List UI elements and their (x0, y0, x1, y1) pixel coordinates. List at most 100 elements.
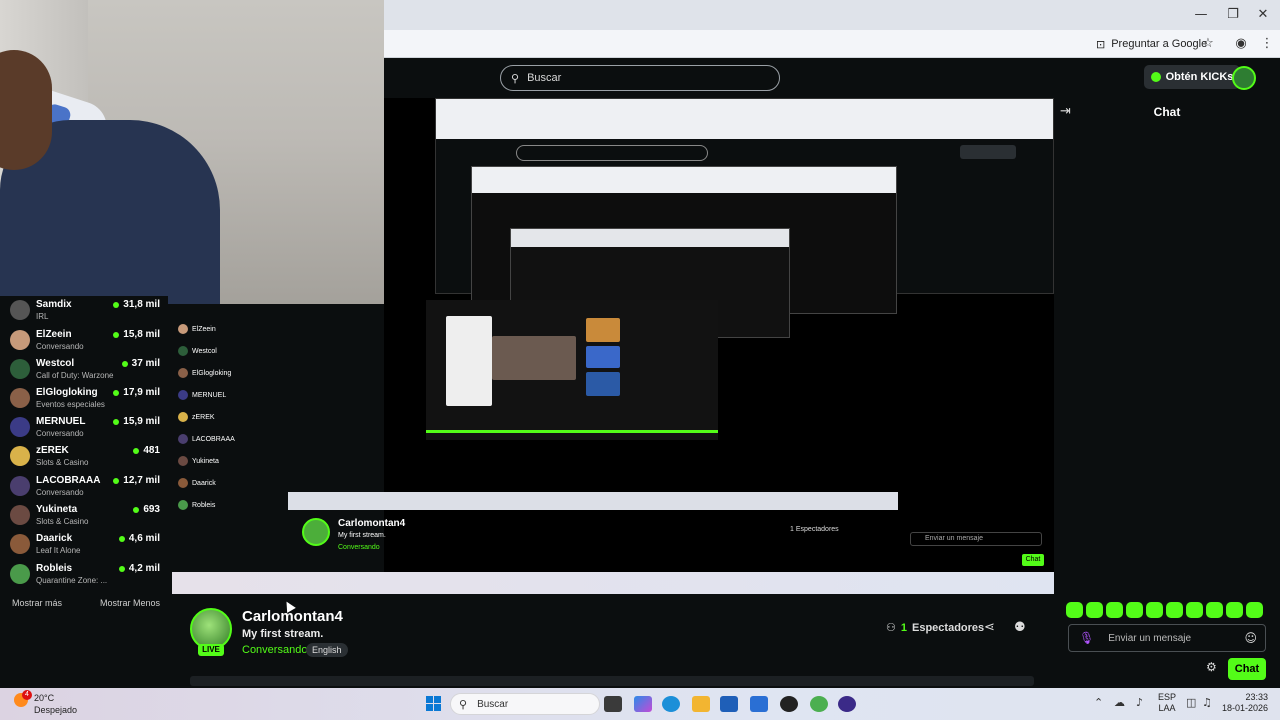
nested-search (516, 145, 708, 161)
emote-icon[interactable] (1066, 602, 1083, 618)
browser-titlebar: — ❐ ✕ (384, 0, 1280, 30)
viewer-count-value: 4,6 mil (128, 533, 160, 544)
language-tag[interactable]: English (306, 643, 348, 657)
sidebar-item-robleis[interactable]: Robleis Quarantine Zone: ... 4,2 mil (10, 560, 160, 588)
viewer-count-value: 31,8 mil (123, 299, 160, 310)
viewer-count: 17,9 mil (113, 387, 160, 398)
start-button[interactable] (426, 696, 442, 712)
stream-info: LIVE Carlomontan4 My first stream. Conve… (168, 594, 1066, 688)
edge-icon[interactable] (662, 696, 680, 712)
sidebar-item-zerek[interactable]: zEREK Slots & Casino 481 (10, 442, 160, 470)
obs-icon[interactable] (780, 696, 798, 712)
stream-category[interactable]: Conversando (242, 644, 307, 656)
nested-chat-button: Chat (1022, 554, 1044, 566)
nested-browser-bar (436, 99, 1053, 139)
taskbar-search[interactable]: ⚲ Buscar (450, 693, 600, 715)
ask-google-button[interactable]: ⊡ Preguntar a Google (1096, 34, 1207, 54)
emote-icon[interactable] (1106, 602, 1123, 618)
chevron-up-icon[interactable]: ⌃ (1094, 696, 1103, 709)
sidebar-item-daarick[interactable]: Daarick Leaf It Alone 4,6 mil (10, 530, 160, 558)
mini-name: Robleis (192, 501, 216, 509)
sidebar-item-samdix[interactable]: Samdix IRL 31,8 mil (10, 296, 160, 324)
copilot-icon[interactable] (634, 696, 652, 712)
bookmark-star-icon[interactable]: ☆ (1199, 35, 1217, 53)
mic-tray-icon[interactable]: ♪ (1136, 696, 1143, 709)
emoji-icon[interactable]: ☺ (1244, 631, 1257, 645)
viewer-count-value: 15,9 mil (123, 416, 160, 427)
avatar (10, 446, 30, 466)
avatar (10, 359, 30, 379)
follow-user-icon[interactable]: ⚉ (1014, 620, 1026, 635)
send-chat-button[interactable]: Chat (1228, 658, 1266, 680)
mini-name: zEREK (192, 413, 215, 421)
mini-thumb-3 (586, 372, 620, 396)
microphone-icon[interactable]: 🎙 (1079, 631, 1094, 645)
stream-title: My first stream. (242, 628, 324, 640)
browser-toolbar: ⊡ Preguntar a Google ☆ ◉ ⋮ (384, 30, 1280, 58)
nested-streamer-name: Carlomontan4 (338, 518, 406, 529)
nested-chat: Enviar un mensaje Chat (898, 510, 1054, 574)
sidebar-item-elglogloking[interactable]: ElGlogloking Eventos especiales 17,9 mil (10, 384, 160, 412)
lang-line2: LAA (1158, 703, 1176, 713)
user-avatar[interactable] (1232, 66, 1256, 90)
emote-icon[interactable] (1086, 602, 1103, 618)
show-more-button[interactable]: Mostrar más (12, 598, 62, 608)
emote-icon[interactable] (1186, 602, 1203, 618)
chat-message-input[interactable]: 🎙 Enviar un mensaje ☺ (1068, 624, 1266, 652)
streamer-name[interactable]: Carlomontan4 (242, 608, 343, 625)
channel-name: Yukineta (36, 504, 78, 515)
live-dot-icon (113, 477, 120, 484)
emote-icon[interactable] (1206, 602, 1223, 618)
more-menu-icon[interactable]: ⋮ (1258, 35, 1276, 53)
sidebar-item-westcol[interactable]: Westcol Call of Duty: Warzone 37 mil (10, 355, 160, 383)
chrome-icon[interactable] (810, 696, 828, 712)
outlook-icon[interactable] (750, 696, 768, 712)
app-icon[interactable] (838, 696, 856, 712)
channel-category: Conversando (36, 429, 84, 438)
emote-icon[interactable] (1166, 602, 1183, 618)
webcam-overlay (0, 0, 384, 304)
emote-bar (1066, 602, 1272, 620)
channel-category: Conversando (36, 488, 84, 497)
emote-icon[interactable] (1146, 602, 1163, 618)
network-icon[interactable]: ☁ (1114, 696, 1125, 709)
profile-icon[interactable]: ◉ (1232, 35, 1250, 53)
mini-name: Daarick (192, 479, 216, 487)
show-less-button[interactable]: Mostrar Menos (100, 598, 160, 608)
sidebar-item-yukineta[interactable]: Yukineta Slots & Casino 693 (10, 501, 160, 529)
search-input[interactable]: ⚲ Buscar (500, 65, 780, 91)
wifi-icon[interactable]: ◫ (1186, 696, 1196, 709)
content-bottom-bar (190, 676, 1034, 686)
live-dot-icon (113, 389, 120, 396)
restore-icon[interactable]: ❐ (1224, 6, 1242, 24)
webcam-head (0, 50, 52, 170)
emote-icon[interactable] (1246, 602, 1263, 618)
chat-settings-icon[interactable]: ⚙ (1206, 660, 1217, 674)
sidebar-item-elzeein[interactable]: ElZeein Conversando 15,8 mil (10, 326, 160, 354)
sidebar-item-lacobraaa[interactable]: LACOBRAAA Conversando 12,7 mil (10, 472, 160, 500)
store-icon[interactable] (720, 696, 738, 712)
emote-icon[interactable] (1126, 602, 1143, 618)
clock[interactable]: 23:33 18-01-2026 (1220, 692, 1268, 714)
sidebar-item-mernuel[interactable]: MERNUEL Conversando 15,9 mil (10, 413, 160, 441)
task-view-icon[interactable] (604, 696, 622, 712)
close-icon[interactable]: ✕ (1254, 6, 1272, 24)
volume-icon[interactable]: ♫ (1202, 696, 1212, 709)
get-kicks-button[interactable]: Obtén KICKs (1144, 65, 1240, 89)
file-explorer-icon[interactable] (692, 696, 710, 712)
google-lens-icon: ⊡ (1096, 37, 1106, 51)
search-placeholder: Buscar (527, 72, 562, 84)
viewer-count: 15,8 mil (113, 329, 160, 340)
nested-stream-info: Carlomontan4 My first stream. Conversand… (300, 514, 900, 570)
live-dot-icon (118, 535, 125, 542)
share-icon[interactable]: ⋖ (984, 620, 995, 635)
avatar (10, 476, 30, 496)
lang-line1: ESP (1158, 692, 1177, 702)
viewer-count-value: 693 (143, 504, 160, 515)
language-indicator[interactable]: ESP LAA (1158, 692, 1176, 714)
live-dot-icon (133, 447, 140, 454)
windows-taskbar: 4 20°C Despejado ⚲ Buscar ⌃ ☁ ♪ ESP LAA … (0, 688, 1280, 720)
minimize-icon[interactable]: — (1192, 6, 1210, 24)
emote-icon[interactable] (1226, 602, 1243, 618)
channel-category: IRL (36, 312, 49, 321)
